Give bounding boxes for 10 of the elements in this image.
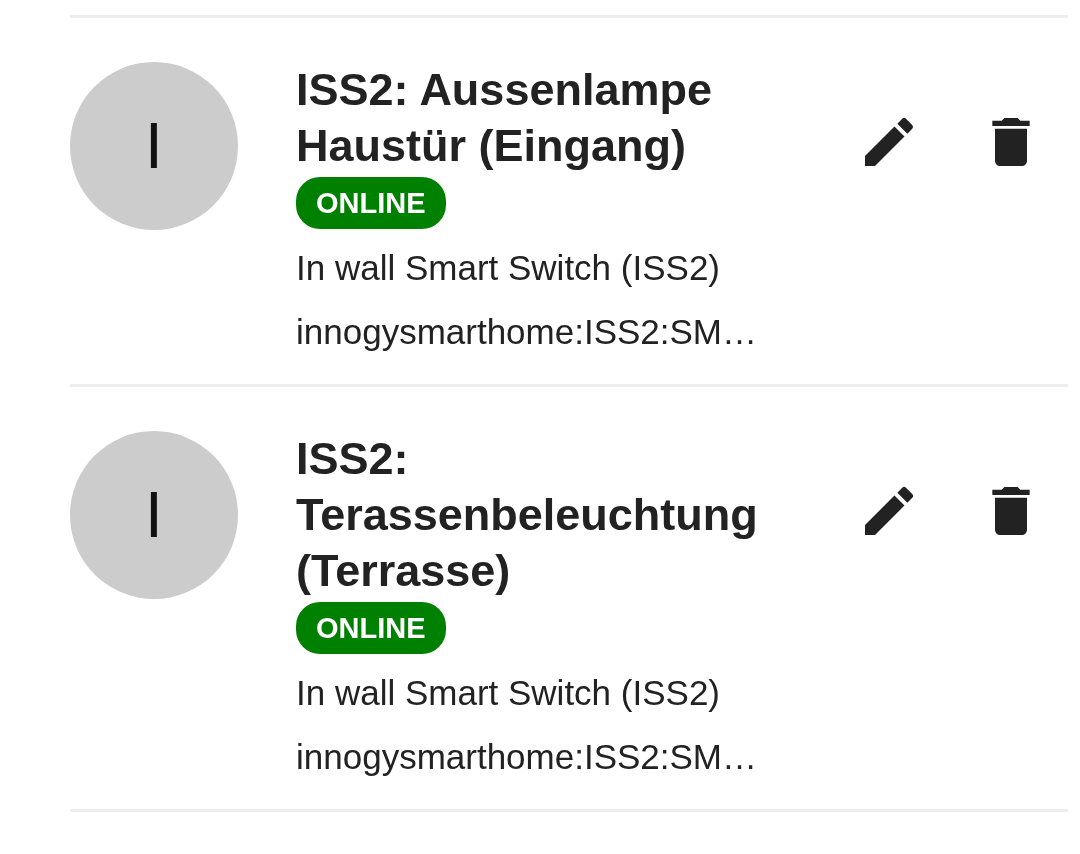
avatar: I	[70, 62, 238, 230]
avatar: I	[70, 431, 238, 599]
thing-title: ISS2: Terassenbeleuchtung (Terrasse)	[296, 432, 759, 598]
thing-title: ISS2: Aussenlampe Haustür (Eingang)	[296, 63, 713, 173]
thing-type: In wall Smart Switch (ISS2)	[296, 672, 721, 714]
status-badge: ONLINE	[296, 177, 446, 229]
thing-uid: innogysmarthome:ISS2:SM…	[296, 311, 758, 353]
thing-uid: innogysmarthome:ISS2:SM…	[296, 736, 758, 778]
status-badge: ONLINE	[296, 602, 446, 654]
thing-type: In wall Smart Switch (ISS2)	[296, 247, 721, 289]
